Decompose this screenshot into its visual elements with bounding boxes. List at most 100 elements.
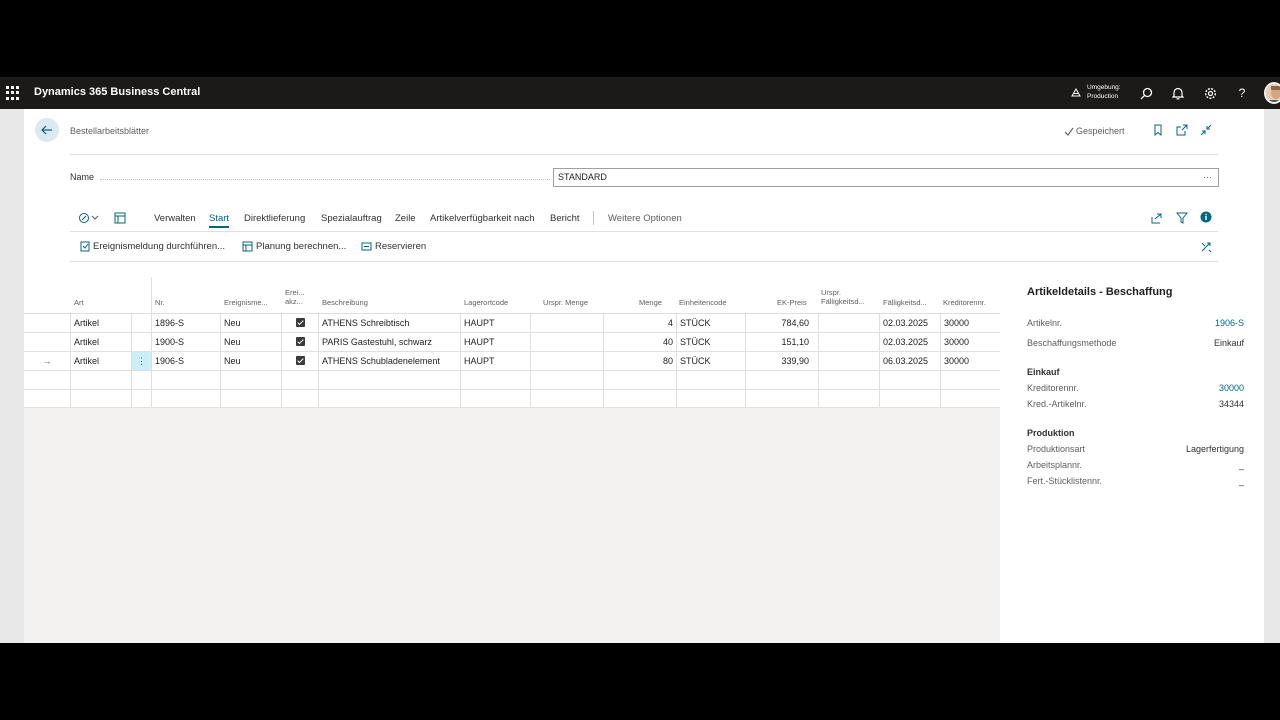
cell-faellig[interactable]: 06.03.2025 — [879, 352, 940, 370]
cell-urspr-menge[interactable] — [530, 352, 603, 370]
menu-spezialauftrag[interactable]: Spezialauftrag — [321, 213, 382, 224]
purchase-worksheet-grid: Art Nr. Ereignisme... Erei... akz... Bes… — [24, 277, 1000, 643]
cell-menge[interactable]: 80 — [603, 352, 676, 370]
search-icon[interactable] — [1138, 85, 1154, 101]
col-kreditorennr[interactable]: Kreditorennr. — [943, 298, 986, 307]
cell-einheit[interactable]: STÜCK — [676, 333, 745, 351]
row-actions-icon[interactable]: ⋮ — [131, 352, 151, 370]
cell-beschreibung[interactable]: ATHENS Schubladenelement — [318, 352, 460, 370]
cell-art[interactable]: Artikel — [70, 333, 131, 351]
checkbox-checked[interactable] — [295, 318, 305, 327]
personalize-icon[interactable] — [1200, 241, 1212, 253]
cell-urspr-faellig[interactable] — [818, 333, 879, 351]
checkbox-checked[interactable] — [295, 337, 305, 346]
col-lagerortcode[interactable]: Lagerortcode — [464, 298, 508, 307]
cell-art[interactable]: Artikel — [70, 314, 131, 332]
cell-nr[interactable]: 1896-S — [151, 314, 220, 332]
col-ereignismeldung[interactable]: Ereignisme... — [224, 298, 279, 307]
table-row[interactable]: Artikel 1900-S Neu PARIS Gastestuhl, sch… — [24, 332, 1000, 351]
avatar[interactable] — [1264, 82, 1280, 104]
cell-art[interactable]: Artikel — [70, 352, 131, 370]
cell-einheit[interactable]: STÜCK — [676, 314, 745, 332]
cell-akzeptiert[interactable] — [281, 352, 318, 370]
list-view-icon[interactable] — [114, 212, 126, 224]
col-beschreibung[interactable]: Beschreibung — [322, 298, 368, 307]
name-field[interactable]: STANDARD ··· — [553, 168, 1219, 187]
cell-urspr-faellig[interactable] — [818, 352, 879, 370]
col-urspr-menge[interactable]: Urspr. Menge — [543, 298, 588, 307]
table-row[interactable]: Artikel 1896-S Neu ATHENS Schreibtisch H… — [24, 313, 1000, 332]
col-art[interactable]: Art — [74, 298, 84, 307]
app-launcher-icon[interactable] — [6, 86, 20, 100]
col-faelligkeit[interactable]: Fälligkeitsd... — [883, 298, 933, 307]
fb-artikelnr-value[interactable]: 1906-S — [1215, 318, 1244, 328]
cell-urspr-menge[interactable] — [530, 333, 603, 351]
menu-verwalten[interactable]: Verwalten — [154, 213, 196, 224]
menu-direktlieferung[interactable]: Direktlieferung — [244, 213, 305, 224]
open-new-window-icon[interactable] — [1176, 124, 1188, 136]
cell-lagerort[interactable]: HAUPT — [460, 333, 530, 351]
menu-start[interactable]: Start — [209, 213, 229, 224]
ereignismeldung-button[interactable]: Ereignismeldung durchführen... — [80, 241, 225, 252]
filter-icon[interactable] — [1176, 212, 1188, 224]
col-ek-preis[interactable]: EK-Preis — [777, 298, 807, 307]
menu-zeile[interactable]: Zeile — [395, 213, 416, 224]
app-title[interactable]: Dynamics 365 Business Central — [34, 86, 200, 98]
cell-ek-preis[interactable]: 784,60 — [745, 314, 818, 332]
fb-kreditor-value[interactable]: 30000 — [1219, 383, 1244, 393]
cell-nr[interactable]: 1900-S — [151, 333, 220, 351]
cell-lagerort[interactable]: HAUPT — [460, 352, 530, 370]
cell-menu — [131, 333, 151, 351]
more-icon[interactable]: ··· — [1203, 172, 1212, 182]
cell-beschreibung[interactable]: ATHENS Schreibtisch — [318, 314, 460, 332]
table-row-empty[interactable] — [24, 370, 1000, 389]
environment-indicator[interactable]: Umgebung: Production — [1071, 83, 1121, 101]
cell-faellig[interactable]: 02.03.2025 — [879, 333, 940, 351]
info-icon[interactable] — [1200, 211, 1212, 223]
cell-urspr-faellig[interactable] — [818, 314, 879, 332]
reservieren-button[interactable]: Reservieren — [361, 241, 426, 252]
menu-weitere-optionen[interactable]: Weitere Optionen — [608, 213, 682, 224]
planung-berechnen-button[interactable]: Planung berechnen... — [242, 241, 346, 252]
col-ereignis-akzeptiert[interactable]: Erei... akz... — [285, 288, 309, 306]
edit-mode-icon[interactable] — [78, 212, 100, 224]
cell-faellig[interactable]: 02.03.2025 — [879, 314, 940, 332]
cell-menge[interactable]: 4 — [603, 314, 676, 332]
cell-ereignis[interactable]: Neu — [220, 352, 281, 370]
col-nr[interactable]: Nr. — [155, 298, 165, 307]
share-icon[interactable] — [1151, 212, 1163, 224]
cell-urspr-menge[interactable] — [530, 314, 603, 332]
cell-ek-preis[interactable]: 151,10 — [745, 333, 818, 351]
right-margin — [1264, 109, 1280, 643]
table-row-selected[interactable]: → Artikel ⋮ 1906-S Neu ATHENS Schubladen… — [24, 351, 1000, 370]
cell-akzeptiert[interactable] — [281, 333, 318, 351]
gear-icon[interactable] — [1202, 85, 1218, 101]
collapse-icon[interactable] — [1200, 124, 1212, 136]
table-row-empty[interactable] — [24, 389, 1000, 408]
cell-akzeptiert[interactable] — [281, 314, 318, 332]
bell-icon[interactable] — [1170, 85, 1186, 101]
cell-kreditor[interactable]: 30000 — [940, 352, 1000, 370]
back-button[interactable] — [35, 118, 59, 142]
cell-lagerort[interactable]: HAUPT — [460, 314, 530, 332]
help-icon[interactable]: ? — [1234, 85, 1250, 101]
fb-section-einkauf: Einkauf — [1027, 367, 1060, 377]
col-einheitencode[interactable]: Einheitencode — [679, 298, 727, 307]
name-field-label: Name — [70, 172, 95, 182]
cell-ereignis[interactable]: Neu — [220, 314, 281, 332]
col-menge[interactable]: Menge — [639, 298, 662, 307]
cell-kreditor[interactable]: 30000 — [940, 314, 1000, 332]
menu-bericht[interactable]: Bericht — [550, 213, 580, 224]
cell-kreditor[interactable]: 30000 — [940, 333, 1000, 351]
ereignismeldung-label: Ereignismeldung durchführen... — [93, 241, 226, 252]
cell-ek-preis[interactable]: 339,90 — [745, 352, 818, 370]
cell-ereignis[interactable]: Neu — [220, 333, 281, 351]
menu-artikelverfuegbarkeit[interactable]: Artikelverfügbarkeit nach — [430, 213, 535, 224]
col-urspr-faelligkeit[interactable]: Urspr. Fälligkeitsd... — [821, 288, 876, 306]
cell-beschreibung[interactable]: PARIS Gastestuhl, schwarz — [318, 333, 460, 351]
cell-menge[interactable]: 40 — [603, 333, 676, 351]
checkbox-checked[interactable] — [295, 356, 305, 365]
cell-einheit[interactable]: STÜCK — [676, 352, 745, 370]
bookmark-icon[interactable] — [1152, 124, 1164, 136]
cell-nr[interactable]: 1906-S — [151, 352, 220, 370]
